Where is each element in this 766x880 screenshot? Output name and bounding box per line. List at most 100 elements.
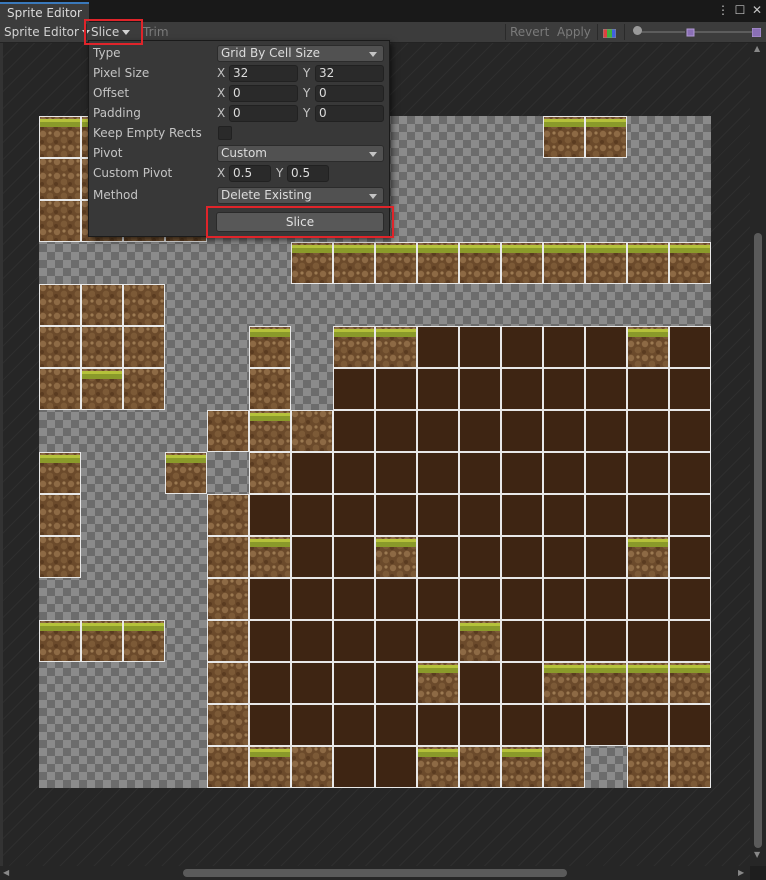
- sprite-tile: [543, 662, 585, 704]
- sprite-tile: [123, 620, 165, 662]
- sprite-tile-fill: [375, 662, 417, 704]
- sprite-tile: [501, 620, 543, 662]
- sprite-tile-fill: [627, 704, 669, 746]
- sprite-tile-fill: [291, 704, 333, 746]
- sprite-tile: [165, 452, 207, 494]
- pixel-size-y-field[interactable]: 32: [315, 65, 384, 82]
- grass-highlight: [375, 329, 417, 332]
- sprite-tile-fill: [249, 620, 291, 662]
- sprite-tile-fill: [207, 746, 249, 788]
- sprite-tile: [669, 368, 711, 410]
- sprite-tile-fill: [459, 326, 501, 368]
- horizontal-scroll-thumb[interactable]: [183, 869, 567, 877]
- mip-large-icon: [751, 26, 762, 38]
- window-tab[interactable]: Sprite Editor: [0, 2, 89, 22]
- pivot-dropdown[interactable]: Custom: [217, 145, 384, 162]
- grass-highlight: [291, 245, 333, 248]
- sprite-tile: [669, 536, 711, 578]
- scroll-up-icon[interactable]: ▲: [754, 45, 760, 53]
- sprite-tile-fill: [627, 494, 669, 536]
- sprite-tile-fill: [669, 494, 711, 536]
- sprite-tile: [459, 536, 501, 578]
- close-icon[interactable]: ✕: [750, 3, 764, 17]
- chevron-down-icon: [369, 194, 377, 199]
- sprite-tile-fill: [333, 746, 375, 788]
- sprite-tile: [123, 326, 165, 368]
- sprite-tile: [417, 242, 459, 284]
- color-channel-icon[interactable]: [602, 27, 617, 39]
- pixel-size-x-field[interactable]: 32: [229, 65, 298, 82]
- sprite-tile: [333, 704, 375, 746]
- vertical-scroll-thumb[interactable]: [754, 233, 762, 848]
- revert-button[interactable]: Revert: [506, 22, 553, 42]
- apply-button[interactable]: Apply: [553, 22, 595, 42]
- sprite-tile-fill: [375, 704, 417, 746]
- sprite-tile: [39, 620, 81, 662]
- sprite-tile-fill: [459, 704, 501, 746]
- method-dropdown[interactable]: Delete Existing: [217, 187, 384, 204]
- sprite-tile-fill: [627, 368, 669, 410]
- grass-highlight: [669, 665, 711, 668]
- grass-highlight: [669, 245, 711, 248]
- sprite-tile: [417, 536, 459, 578]
- sprite-tile: [585, 536, 627, 578]
- horizontal-scrollbar[interactable]: ◀ ▶: [0, 866, 750, 880]
- sprite-tile: [249, 536, 291, 578]
- sprite-tile: [501, 410, 543, 452]
- vertical-scrollbar[interactable]: ▲ ▼: [750, 43, 766, 866]
- grass-highlight: [627, 665, 669, 668]
- sprite-tile-fill: [543, 620, 585, 662]
- trim-button[interactable]: Trim: [139, 22, 173, 42]
- sprite-tile: [291, 452, 333, 494]
- sprite-tile-fill: [501, 578, 543, 620]
- sprite-tile: [417, 452, 459, 494]
- type-dropdown[interactable]: Grid By Cell Size: [217, 45, 384, 62]
- sprite-tile: [375, 746, 417, 788]
- custom-pivot-x-field[interactable]: 0.5: [229, 165, 271, 182]
- custom-pivot-y-field[interactable]: 0.5: [287, 165, 329, 182]
- sprite-tile: [417, 620, 459, 662]
- slice-dropdown[interactable]: Slice: [87, 22, 134, 42]
- sprite-tile-fill: [123, 326, 165, 368]
- alpha-slider-knob[interactable]: [633, 26, 642, 35]
- sprite-tile: [627, 746, 669, 788]
- scroll-right-icon[interactable]: ▶: [738, 869, 744, 877]
- sprite-tile: [207, 746, 249, 788]
- mode-dropdown[interactable]: Sprite Editor: [0, 22, 94, 42]
- grass-highlight: [81, 371, 123, 374]
- sprite-tile-fill: [627, 578, 669, 620]
- pixel-size-x-label: X: [217, 66, 226, 80]
- sprite-tile-fill: [39, 158, 81, 200]
- padding-y-field[interactable]: 0: [315, 105, 384, 122]
- sprite-tile: [333, 494, 375, 536]
- sprite-tile: [207, 578, 249, 620]
- sprite-tile-fill: [333, 662, 375, 704]
- sprite-tile-fill: [207, 536, 249, 578]
- offset-x-field[interactable]: 0: [229, 85, 298, 102]
- offset-x-label: X: [217, 86, 226, 100]
- more-options-icon[interactable]: ⋮: [716, 3, 730, 17]
- sprite-tile: [291, 620, 333, 662]
- sprite-tile: [39, 452, 81, 494]
- sprite-tile: [375, 326, 417, 368]
- sprite-tile: [39, 536, 81, 578]
- slice-button[interactable]: Slice: [216, 212, 384, 232]
- padding-x-field[interactable]: 0: [229, 105, 298, 122]
- sprite-tile-fill: [375, 452, 417, 494]
- mip-slider-track[interactable]: [694, 31, 756, 33]
- sprite-tile: [375, 662, 417, 704]
- sprite-tile: [501, 536, 543, 578]
- scroll-down-icon[interactable]: ▼: [754, 851, 760, 859]
- sprite-tile: [333, 578, 375, 620]
- offset-y-field[interactable]: 0: [315, 85, 384, 102]
- scroll-left-icon[interactable]: ◀: [3, 869, 9, 877]
- sprite-tile-fill: [669, 410, 711, 452]
- sprite-tile-fill: [39, 536, 81, 578]
- sprite-tile: [501, 662, 543, 704]
- sprite-tile-fill: [333, 578, 375, 620]
- maximize-icon[interactable]: ☐: [733, 3, 747, 17]
- keep-empty-rects-checkbox[interactable]: [218, 126, 232, 140]
- sprite-tile: [81, 368, 123, 410]
- sprite-tile-fill: [417, 368, 459, 410]
- alpha-slider-track[interactable]: [640, 31, 685, 33]
